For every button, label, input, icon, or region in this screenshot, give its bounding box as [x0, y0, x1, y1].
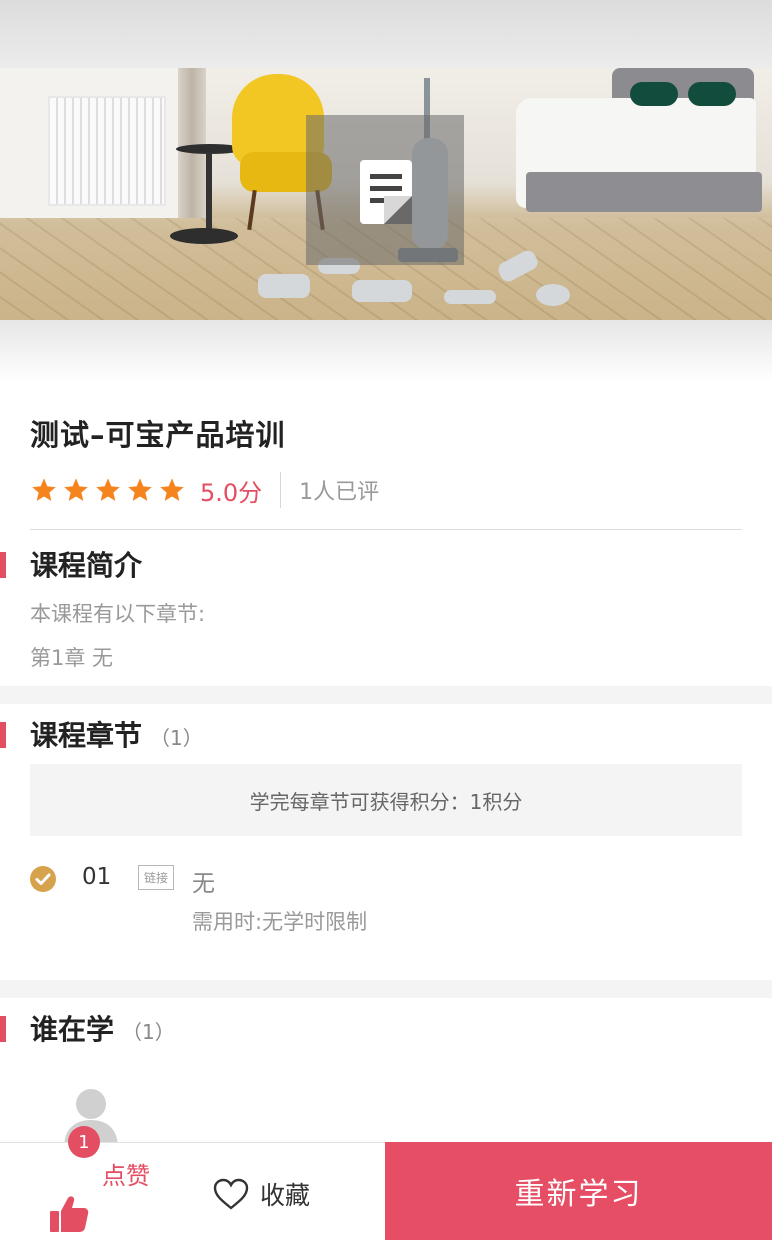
star-icon	[160, 478, 184, 501]
cover-pillow	[630, 82, 678, 106]
star-icon	[64, 478, 88, 501]
cover-bed-frame	[526, 172, 762, 212]
cover-pillow	[688, 82, 736, 106]
course-cover-image[interactable]	[0, 68, 772, 320]
learners-heading: 谁在学 （1）	[30, 1008, 175, 1048]
relearn-button[interactable]: 重新学习	[385, 1142, 772, 1240]
star-icon	[128, 478, 152, 501]
cover-accessory	[258, 274, 310, 298]
check-circle-icon	[30, 866, 56, 892]
intro-line-1: 本课程有以下章节:	[30, 602, 206, 626]
intro-heading-text: 课程简介	[30, 549, 143, 582]
favorite-label: 收藏	[260, 1181, 311, 1210]
section-marker	[0, 1016, 6, 1042]
rating-score: 5.0分	[200, 478, 263, 507]
rating-count: 1人已评	[299, 480, 380, 505]
heart-outline-icon	[213, 1178, 249, 1210]
chapter-duration: 需用时:无学时限制	[192, 910, 368, 934]
cover-accessory	[352, 280, 412, 302]
star-icon	[96, 478, 120, 501]
cover-curtain	[178, 68, 206, 218]
rating-divider	[280, 472, 282, 508]
cover-bottom-strip	[0, 320, 772, 382]
chapter-type-tag: 链接	[138, 865, 174, 890]
points-notice: 学完每章节可获得积分：1积分	[30, 764, 742, 836]
intro-heading: 课程简介	[30, 544, 142, 584]
section-gap	[0, 686, 772, 704]
chapter-title[interactable]: 无	[192, 864, 215, 898]
cover-table-base	[170, 228, 238, 244]
cover-accessory	[536, 284, 570, 306]
chapter-number[interactable]: 01	[82, 864, 111, 890]
document-icon	[360, 160, 412, 224]
cover-top-strip	[0, 0, 772, 68]
favorite-button[interactable]: 收藏	[212, 1174, 310, 1214]
learners-heading-text: 谁在学	[30, 1013, 115, 1046]
course-rating: 5.0分 1人已评	[30, 470, 379, 510]
section-gap	[0, 980, 772, 998]
cover-table-leg	[206, 152, 212, 234]
section-marker	[0, 722, 6, 748]
cover-radiator	[48, 96, 166, 206]
like-button[interactable]	[46, 1194, 90, 1234]
course-title: 测试–可宝产品培训	[30, 418, 286, 452]
section-marker	[0, 552, 6, 578]
title-divider	[30, 529, 742, 530]
like-label[interactable]: 点赞	[102, 1156, 150, 1191]
chapters-heading-text: 课程章节	[30, 719, 143, 752]
like-count-badge: 1	[68, 1126, 100, 1158]
cover-accessory	[444, 290, 496, 304]
intro-line-2: 第1章 无	[30, 646, 114, 670]
thumbs-up-icon	[50, 1196, 89, 1232]
chapters-count: （1）	[150, 726, 203, 750]
star-icon	[32, 478, 56, 501]
rating-stars	[30, 476, 186, 504]
chapters-heading: 课程章节 （1）	[30, 714, 203, 754]
learners-count: （1）	[122, 1020, 175, 1044]
